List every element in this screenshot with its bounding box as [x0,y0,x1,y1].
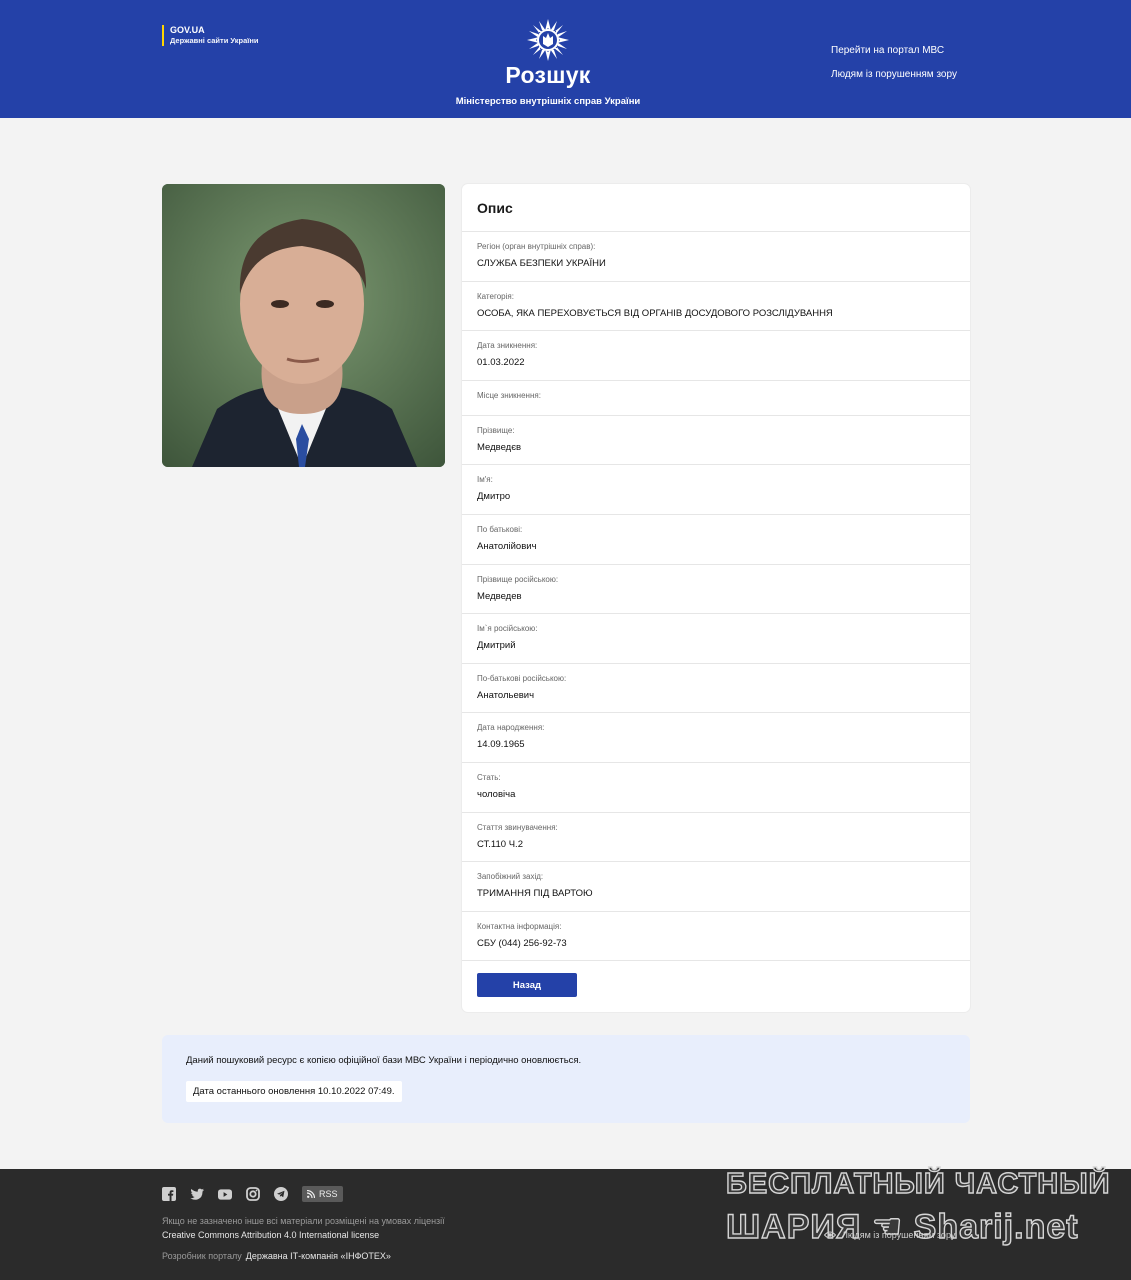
field-label: Місце зникнення: [477,390,541,400]
field-value: Медведєв [477,441,522,453]
field-row: Запобіжний захід: ТРИМАННЯ ПІД ВАРТОЮ [462,862,970,912]
card-title: Опис [462,184,970,232]
description-card: Опис Регіон (орган внутрішніх справ): СЛУ… [462,184,970,1012]
field-value: Дмитрий [477,640,516,652]
watermark-line2: ШАРИЯ ☚ Sharij.net [725,1207,1079,1246]
developer-info: Розробник порталу Державна ІТ-компанія «І… [162,1251,391,1261]
field-label: Регіон (орган внутрішніх справ): [477,242,596,251]
field-value: 14.09.1965 [477,739,525,751]
footer-accessibility-label: Людям із порушенням зору [842,1230,956,1240]
info-message: Даний пошуковий ресурс є копією офіційно… [186,1055,582,1066]
gov-title: GOV.UA [170,25,205,35]
field-value: 01.03.2022 [477,357,525,369]
field-row: Категорія: ОСОБА, ЯКА ПЕРЕХОВУЄТЬСЯ ВІД О… [462,282,970,332]
field-label: Запобіжний захід: [477,872,544,882]
field-label: Стать: [477,772,501,782]
field-row: Стать: чоловіча [462,763,970,813]
youtube-icon[interactable] [218,1187,232,1201]
field-label: Ім`я російською: [477,624,538,634]
field-row: Ім'я: Дмитро [462,465,970,515]
footer-accessibility-link[interactable]: Людям із порушенням зору [824,1230,955,1240]
back-button[interactable]: Назад [477,973,577,997]
developer-label: Розробник порталу [162,1251,242,1261]
field-label: Прізвище російською: [477,574,559,584]
developer-link[interactable]: Державна ІТ-компанія «ІНФОТЕХ» [246,1251,391,1261]
police-star-emblem-icon [527,19,569,61]
field-value: СТ.110 Ч.2 [477,838,523,850]
person-photo [162,184,445,467]
field-value: ТРИМАННЯ ПІД ВАРТОЮ [477,888,593,900]
portrait-image [162,184,445,467]
field-label: По-батькові російською: [477,673,567,683]
rss-label: RSS [319,1189,338,1199]
site-header: GOV.UA Державні сайти України Розшук Мін… [0,0,1131,118]
field-value: чоловіча [477,788,516,800]
header-links: Перейти на портал МВС Людям із порушення… [831,45,957,93]
eye-icon [824,1231,836,1239]
mvs-portal-link[interactable]: Перейти на портал МВС [831,45,957,57]
field-value: Медведев [477,590,522,602]
field-row: Прізвище: Медведєв [462,416,970,466]
field-row: Прізвище російською: Медведев [462,565,970,615]
field-row: По батькові: Анатолійович [462,515,970,565]
field-label: Контактна інформація: [477,921,562,931]
field-row: Місце зникнення: [462,381,970,416]
rss-link[interactable]: RSS [302,1186,343,1202]
field-row: Регіон (орган внутрішніх справ): СЛУЖБА Б… [462,232,970,282]
field-label: Стаття звинувачення: [477,822,558,832]
field-row: Дата зникнення: 01.03.2022 [462,331,970,381]
gov-ua-link[interactable]: GOV.UA Державні сайти України [162,25,259,46]
last-update-badge: Дата останнього оновлення 10.10.2022 07:… [186,1081,402,1102]
accessibility-link[interactable]: Людям із порушенням зору [831,69,957,81]
field-label: Дата зникнення: [477,341,538,351]
field-value: Анатолійович [477,540,537,552]
field-row: Дата народження: 14.09.1965 [462,713,970,763]
field-label: По батькові: [477,524,523,534]
social-links: RSS [162,1186,343,1202]
twitter-icon[interactable] [190,1187,204,1201]
field-row: Контактна інформація: СБУ (044) 256-92-73 [462,912,970,962]
site-subtitle: Міністерство внутрішніх справ України [455,96,641,107]
field-row: По-батькові російською: Анатольевич [462,664,970,714]
rss-icon [307,1190,315,1198]
license-link[interactable]: Creative Commons Attribution 4.0 Interna… [162,1230,379,1240]
field-value: СЛУЖБА БЕЗПЕКИ УКРАЇНИ [477,258,606,269]
field-value: Анатольевич [477,689,535,701]
license-text: Якщо не зазначено інше всі матеріали роз… [162,1216,445,1226]
gov-subtitle: Державні сайти України [170,36,259,45]
instagram-icon[interactable] [246,1187,260,1201]
info-box: Даний пошуковий ресурс є копією офіційно… [162,1035,970,1123]
field-label: Ім'я: [477,475,493,485]
field-value: СБУ (044) 256-92-73 [477,937,567,949]
watermark-line1: БЕСПЛАТНЫЙ ЧАСТНЫЙ [725,1167,1111,1200]
field-label: Прізвище: [477,425,515,435]
facebook-icon[interactable] [162,1187,176,1201]
field-row: Стаття звинувачення: СТ.110 Ч.2 [462,813,970,863]
field-label: Дата народження: [477,723,545,733]
field-value: ОСОБА, ЯКА ПЕРЕХОВУЄТЬСЯ ВІД ОРГАНІВ ДОС… [477,307,833,319]
field-row: Ім`я російською: Дмитрий [462,614,970,664]
field-value: Дмитро [477,491,511,503]
telegram-icon[interactable] [274,1187,288,1201]
site-footer: RSS Якщо не зазначено інше всі матеріали… [0,1167,1131,1280]
field-label: Категорія: [477,291,514,301]
